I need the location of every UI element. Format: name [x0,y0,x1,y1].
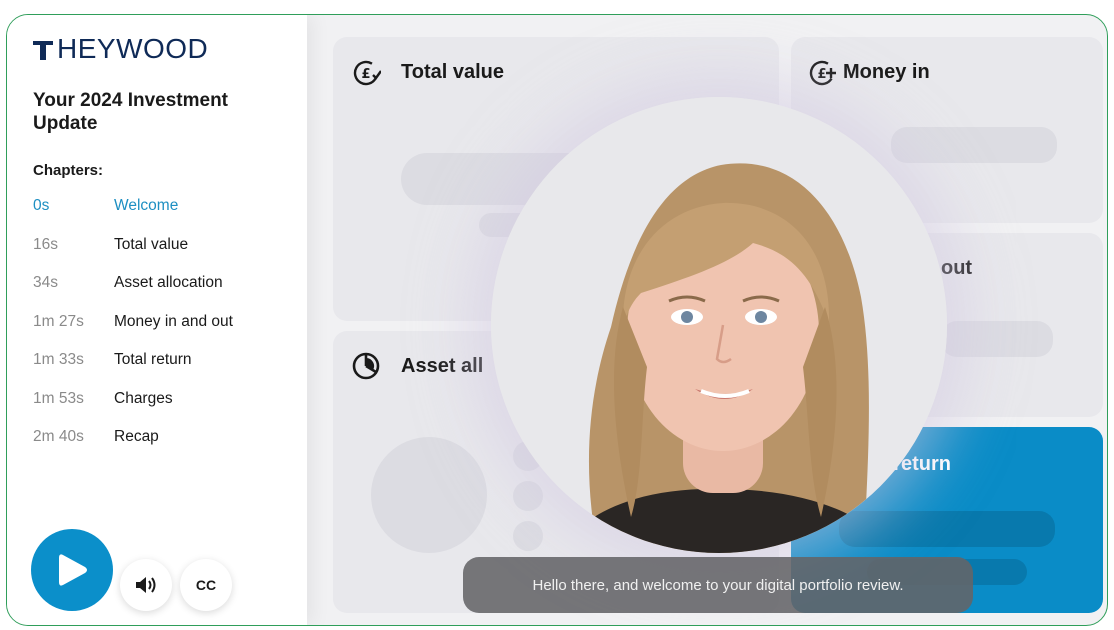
chapter-list: 0s Welcome 16s Total value 34s Asset all… [33,197,233,467]
placeholder-bar [891,127,1057,163]
chapter-label: Asset allocation [114,274,223,291]
chapter-time: 2m 40s [33,428,84,445]
chapter-time: 16s [33,235,58,253]
presenter-portrait-image [491,97,947,553]
page-title: Your 2024 Investment Update [33,90,229,134]
chapter-item-charges[interactable]: 1m 53s Charges [33,390,233,429]
presenter-video[interactable] [491,97,947,553]
svg-text:£: £ [817,67,826,82]
heywood-logo: HEYWOOD [33,33,208,65]
chapter-item-total-return[interactable]: 1m 33s Total return [33,351,233,390]
chapter-item-asset-allocation[interactable]: 34s Asset allocation [33,274,233,313]
chapter-item-welcome[interactable]: 0s Welcome [33,197,233,236]
heywood-logo-mark-icon [33,38,53,60]
chapter-time: 1m 27s [33,312,84,330]
chapter-time: 0s [33,197,50,214]
play-icon [59,554,87,586]
placeholder-bar [839,511,1055,547]
chapter-label: Total return [114,351,192,368]
logo-text: HEYWOOD [57,33,209,64]
chapter-time: 1m 53s [33,389,84,407]
volume-icon [136,577,156,593]
play-button[interactable] [31,529,113,611]
card-title-money-in: Money in [843,61,930,83]
volume-button[interactable] [120,559,172,611]
pound-check-icon: £ [353,59,382,92]
placeholder-dot [513,481,543,511]
chapter-item-recap[interactable]: 2m 40s Recap [33,428,233,467]
pie-chart-icon [351,351,381,386]
chapter-label: Recap [114,428,159,445]
placeholder-circle [371,437,487,553]
sidebar: HEYWOOD Your 2024 Investment Update Chap… [7,15,307,625]
placeholder-bar [941,321,1053,357]
svg-text:£: £ [361,67,370,82]
pound-plus-icon: £ [809,59,837,92]
chapter-time: 1m 33s [33,351,84,368]
chapter-label: Money in and out [114,312,233,330]
card-title-total-value: Total value [401,61,504,83]
card-title-money-out: out [941,257,973,279]
chapter-label: Welcome [114,197,179,214]
player-frame: £ Total value £ Money in out Asset all t… [6,14,1108,626]
card-title-asset-allocation: Asset all [401,355,484,377]
chapter-item-money-in-out[interactable]: 1m 27s Money in and out [33,313,233,352]
chapter-label: Total value [114,235,189,253]
subtitle-caption: Hello there, and welcome to your digital… [463,557,973,613]
chapter-time: 34s [33,274,58,291]
placeholder-dot [513,521,543,551]
chapter-label: Charges [114,389,173,407]
chapters-heading: Chapters: [33,162,104,179]
closed-captions-button[interactable]: CC [180,559,232,611]
chapter-item-total-value[interactable]: 16s Total value [33,236,233,275]
